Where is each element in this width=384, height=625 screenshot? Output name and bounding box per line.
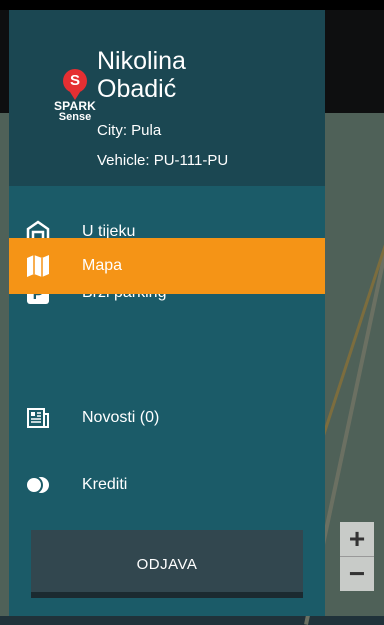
logout-button[interactable]: ODJAVA xyxy=(31,530,303,598)
spark-sense-logo: S SPARK Sense xyxy=(49,69,101,155)
location-pin-icon: S xyxy=(63,69,87,100)
user-last-name: Obadić xyxy=(97,75,177,103)
menu-item-krediti[interactable]: Krediti xyxy=(9,457,325,513)
menu-label: Novosti (0) xyxy=(82,409,160,426)
user-first-name: Nikolina xyxy=(97,47,186,75)
menu-label: Mapa xyxy=(82,257,123,274)
menu-item-novosti[interactable]: Novosti (0) xyxy=(9,390,325,446)
profile-header: S SPARK Sense Nikolina Obadić City: Pula… xyxy=(9,10,325,186)
coins-icon xyxy=(24,471,52,499)
zoom-out-button[interactable]: − xyxy=(340,557,374,591)
menu-label: Krediti xyxy=(82,476,128,493)
map-icon xyxy=(24,252,52,280)
user-city: City: Pula xyxy=(97,122,162,139)
zoom-in-button[interactable]: + xyxy=(340,522,374,557)
newspaper-icon xyxy=(24,404,52,432)
status-bar xyxy=(0,0,384,10)
navigation-drawer: S SPARK Sense Nikolina Obadić City: Pula… xyxy=(9,10,325,616)
user-vehicle: Vehicle: PU-111-PU xyxy=(97,152,229,169)
menu-item-mapa[interactable]: Mapa xyxy=(9,238,325,294)
user-name: Nikolina Obadić xyxy=(97,47,186,103)
logout-button-shadow xyxy=(31,592,303,598)
